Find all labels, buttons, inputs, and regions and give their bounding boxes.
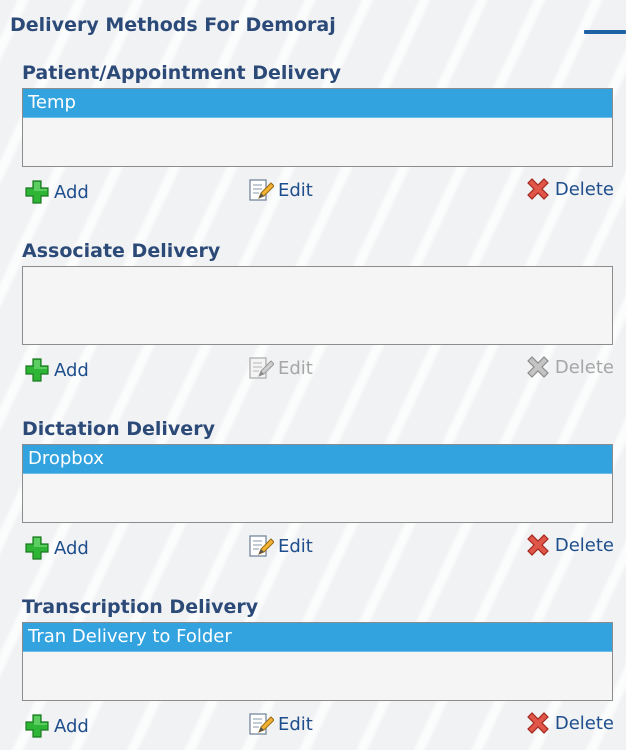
delivery-listbox[interactable]: Temp: [22, 88, 613, 167]
add-button[interactable]: Add: [24, 179, 89, 205]
delete-icon: [526, 534, 549, 556]
delete-button[interactable]: Delete: [525, 176, 614, 202]
action-bar: Add Edit Delete: [0, 352, 626, 386]
edit-label: Edit: [278, 535, 313, 557]
delete-button[interactable]: Delete: [525, 710, 614, 736]
edit-button[interactable]: Edit: [248, 355, 313, 381]
action-bar: Add Edit Delete: [0, 174, 626, 208]
delete-icon: [526, 356, 549, 378]
delete-label: Delete: [554, 534, 614, 556]
add-icon: [25, 714, 49, 738]
section-title: Associate Delivery: [22, 240, 221, 262]
collapse-button[interactable]: [584, 30, 626, 34]
delivery-listbox[interactable]: [22, 266, 613, 345]
delete-label: Delete: [554, 356, 614, 378]
list-item[interactable]: Temp: [23, 89, 612, 118]
edit-icon: [249, 357, 274, 379]
edit-button[interactable]: Edit: [248, 177, 313, 203]
edit-label: Edit: [278, 357, 313, 379]
add-icon: [25, 358, 49, 382]
add-button[interactable]: Add: [24, 713, 89, 739]
add-button[interactable]: Add: [24, 357, 89, 383]
delivery-listbox[interactable]: Dropbox: [22, 444, 613, 523]
delivery-listbox[interactable]: Tran Delivery to Folder: [22, 622, 613, 701]
delete-button[interactable]: Delete: [525, 354, 614, 380]
section-title: Dictation Delivery: [22, 418, 215, 440]
edit-button[interactable]: Edit: [248, 533, 313, 559]
delete-label: Delete: [554, 178, 614, 200]
delete-label: Delete: [554, 712, 614, 734]
section-title: Patient/Appointment Delivery: [22, 62, 341, 84]
add-label: Add: [54, 181, 89, 203]
add-label: Add: [54, 537, 89, 559]
section-title: Transcription Delivery: [22, 596, 259, 618]
add-button[interactable]: Add: [24, 535, 89, 561]
edit-icon: [249, 179, 274, 201]
delete-icon: [526, 712, 549, 734]
list-item[interactable]: Dropbox: [23, 445, 612, 474]
delete-button[interactable]: Delete: [525, 532, 614, 558]
add-icon: [25, 536, 49, 560]
edit-button[interactable]: Edit: [248, 711, 313, 737]
add-label: Add: [54, 715, 89, 737]
edit-label: Edit: [278, 713, 313, 735]
edit-icon: [249, 713, 274, 735]
add-label: Add: [54, 359, 89, 381]
action-bar: Add Edit Delete: [0, 530, 626, 564]
edit-icon: [249, 535, 274, 557]
add-icon: [25, 180, 49, 204]
action-bar: Add Edit Delete: [0, 708, 626, 742]
list-item[interactable]: Tran Delivery to Folder: [23, 623, 612, 652]
delete-icon: [526, 178, 549, 200]
edit-label: Edit: [278, 179, 313, 201]
panel-title: Delivery Methods For Demoraj: [10, 14, 336, 36]
